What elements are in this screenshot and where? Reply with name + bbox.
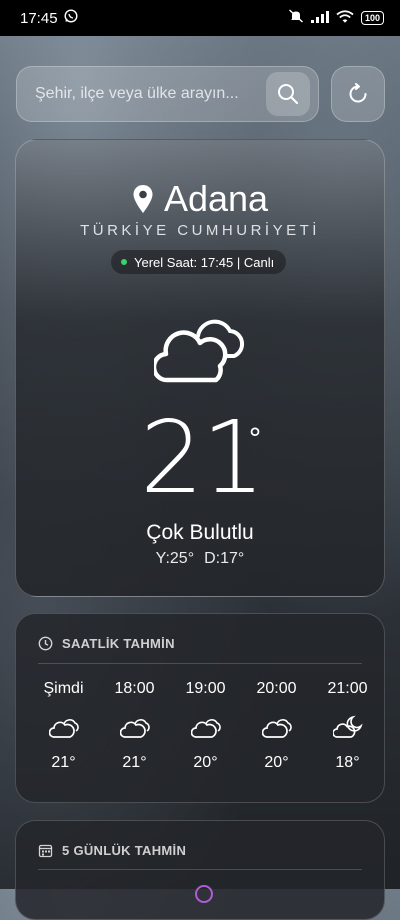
signal-icon [310, 10, 329, 27]
calendar-icon [38, 844, 53, 858]
live-indicator-dot [121, 259, 127, 265]
refresh-button[interactable] [331, 66, 385, 122]
cloud-icon [119, 719, 150, 738]
hourly-item: 21:00 18° [312, 680, 383, 772]
loading-indicator [195, 885, 213, 903]
hourly-item: Şimdi 21° [28, 680, 99, 772]
mute-icon [288, 9, 304, 27]
hourly-item: 18:00 21° [99, 680, 170, 772]
local-time-text: Yerel Saat: 17:45 | Canlı [134, 254, 275, 270]
hourly-forecast-title: SAATLİK TAHMİN [62, 636, 175, 651]
current-temperature: 21 [140, 399, 265, 516]
location-pin-icon [133, 185, 153, 213]
cloud-moon-icon [332, 715, 363, 738]
daily-forecast-card: 5 GÜNLÜK TAHMİN [15, 820, 385, 920]
hour-temperature: 20° [264, 754, 289, 771]
cloud-icon [48, 719, 79, 738]
section-divider [38, 663, 362, 664]
refresh-icon [349, 83, 367, 103]
hourly-item: 19:00 20° [170, 680, 241, 772]
status-time: 17:45 [20, 9, 58, 27]
search-button[interactable] [266, 72, 310, 116]
hour-label: Şimdi [43, 680, 84, 697]
wifi-icon [336, 9, 354, 27]
daily-forecast-title: 5 GÜNLÜK TAHMİN [62, 843, 187, 858]
search-bar [16, 66, 319, 122]
local-time-badge: Yerel Saat: 17:45 | Canlı [111, 250, 287, 274]
hour-temperature: 18° [335, 754, 360, 771]
high-low-temperature: Y:25° D:17° [16, 550, 384, 568]
hourly-list[interactable]: Şimdi 21° 18:00 21° 19:00 20° 20:00 20° … [28, 680, 383, 772]
hour-temperature: 21° [122, 754, 147, 771]
battery-icon: 100 [360, 11, 384, 25]
hourly-item: 20:00 20° [241, 680, 312, 772]
search-icon [278, 84, 299, 105]
cloud-icon [190, 719, 221, 738]
hour-label: 18:00 [114, 680, 155, 697]
hourly-forecast-card: SAATLİK TAHMİN Şimdi 21° 18:00 21° 19:00… [15, 613, 385, 803]
degree-symbol: ° [248, 422, 262, 455]
hour-temperature: 21° [51, 754, 76, 771]
clock-icon [38, 636, 53, 651]
search-input[interactable] [33, 84, 267, 104]
weather-condition: Çok Bulutlu [146, 521, 254, 544]
cloud-icon [261, 719, 292, 738]
hour-label: 20:00 [256, 680, 297, 697]
hour-temperature: 20° [193, 754, 218, 771]
hour-label: 21:00 [327, 680, 368, 697]
low-temperature: D:17° [204, 550, 245, 567]
current-weather-card: Adana TÜRKİYE CUMHURİYETİ Yerel Saat: 17… [15, 139, 385, 597]
hour-label: 19:00 [185, 680, 226, 697]
whatsapp-icon [64, 9, 78, 27]
country-name: TÜRKİYE CUMHURİYETİ [80, 222, 320, 239]
status-bar: 17:45 100 [0, 0, 400, 36]
cloud-icon [154, 319, 245, 383]
section-divider [38, 869, 362, 870]
city-name: Adana [163, 178, 269, 219]
high-temperature: Y:25° [155, 550, 195, 567]
